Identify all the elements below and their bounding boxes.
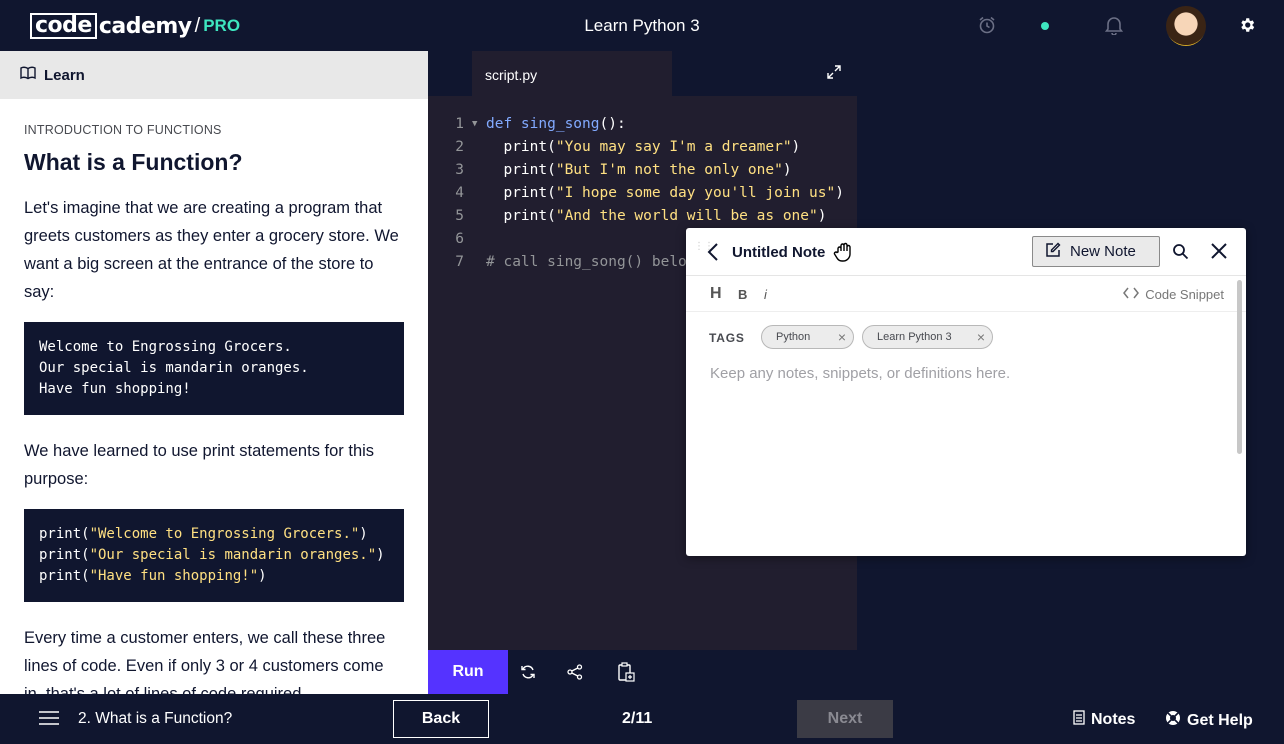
edit-icon bbox=[1045, 242, 1061, 262]
code-text: print("I hope some day you'll join us") bbox=[486, 185, 844, 201]
code-text: print("And the world will be as one") bbox=[486, 208, 827, 224]
close-icon[interactable] bbox=[1210, 242, 1228, 265]
chevron-left-icon[interactable] bbox=[706, 242, 720, 267]
learn-panel: Learn INTRODUCTION TO FUNCTIONS What is … bbox=[0, 51, 428, 694]
lesson-paragraph: Every time a customer enters, we call th… bbox=[24, 629, 386, 694]
expand-icon[interactable] bbox=[827, 65, 841, 84]
clipboard-add-icon[interactable] bbox=[616, 662, 636, 682]
line-number: 1 bbox=[455, 116, 464, 132]
code-text: # call sing_song() below bbox=[486, 254, 696, 270]
notes-label: Notes bbox=[1091, 711, 1136, 728]
menu-icon[interactable] bbox=[39, 711, 59, 730]
search-icon[interactable] bbox=[1172, 243, 1189, 265]
editor-toolbar: Run bbox=[428, 650, 857, 694]
grab-hand-icon bbox=[832, 240, 856, 269]
file-tab[interactable]: script.py bbox=[472, 51, 672, 96]
remove-tag-icon[interactable]: × bbox=[977, 330, 985, 344]
line-number: 3 bbox=[455, 162, 464, 178]
bell-icon[interactable] bbox=[1103, 14, 1125, 36]
back-button[interactable]: Back bbox=[393, 700, 489, 738]
new-note-button[interactable]: New Note bbox=[1032, 236, 1160, 267]
code-line: Have fun shopping! bbox=[39, 381, 191, 397]
lesson-menu-link[interactable]: 2. What is a Function? bbox=[78, 710, 232, 728]
tag-python[interactable]: Python × bbox=[761, 325, 854, 349]
line-number: 4 bbox=[455, 185, 464, 201]
code-line: print("Our special is mandarin oranges."… bbox=[39, 547, 385, 563]
code-text: print("You may say I'm a dreamer") bbox=[486, 139, 801, 155]
notes-icon bbox=[1073, 710, 1085, 730]
editor-tab-bar: script.py bbox=[428, 51, 857, 96]
line-number: 6 bbox=[455, 231, 464, 247]
lesson-content: INTRODUCTION TO FUNCTIONS What is a Func… bbox=[0, 99, 428, 694]
book-icon bbox=[20, 66, 36, 85]
notes-header: ⋮⋮ Untitled Note New Note bbox=[686, 228, 1246, 276]
status-dot bbox=[1041, 22, 1049, 30]
notes-scrollbar[interactable] bbox=[1237, 280, 1242, 454]
tag-learn-python-3[interactable]: Learn Python 3 × bbox=[862, 325, 993, 349]
tags-label: TAGS bbox=[709, 331, 745, 345]
line-number: 7 bbox=[455, 254, 464, 270]
course-title: Learn Python 3 bbox=[584, 16, 700, 35]
get-help-link[interactable]: Get Help bbox=[1165, 710, 1253, 731]
avatar[interactable] bbox=[1166, 6, 1206, 46]
run-button[interactable]: Run bbox=[428, 650, 508, 694]
lesson-title: What is a Function? bbox=[24, 149, 243, 175]
code-brackets-icon bbox=[1123, 287, 1140, 302]
learn-tab-label: Learn bbox=[44, 66, 85, 84]
bold-button[interactable]: B bbox=[738, 287, 747, 302]
heading-button[interactable]: H bbox=[710, 285, 722, 303]
tag-label: Python bbox=[776, 331, 811, 343]
code-line: Welcome to Engrossing Grocers. bbox=[39, 339, 292, 355]
code-text: print("But I'm not the only one") bbox=[486, 162, 792, 178]
code-line[interactable]: 4 print("I hope some day you'll join us"… bbox=[428, 182, 857, 205]
line-number: 2 bbox=[455, 139, 464, 155]
notes-panel[interactable]: ⋮⋮ Untitled Note New Note H B i Code Sni… bbox=[686, 228, 1246, 556]
code-line[interactable]: 1 ▼ def sing_song(): bbox=[428, 113, 857, 136]
bottom-bar: 2. What is a Function? Back 2/11 Next No… bbox=[0, 694, 1284, 744]
refresh-icon[interactable] bbox=[518, 662, 538, 682]
get-help-label: Get Help bbox=[1187, 711, 1253, 729]
progress-counter: 2/11 bbox=[622, 710, 653, 727]
lesson-paragraph: Let's imagine that we are creating a pro… bbox=[24, 199, 399, 301]
format-toolbar: H B i Code Snippet bbox=[686, 276, 1246, 312]
note-body-placeholder[interactable]: Keep any notes, snippets, or definitions… bbox=[710, 365, 1010, 382]
notes-link[interactable]: Notes bbox=[1073, 710, 1135, 730]
note-title[interactable]: Untitled Note bbox=[732, 244, 825, 261]
learn-tab[interactable]: Learn bbox=[0, 51, 428, 99]
gear-icon[interactable] bbox=[1236, 14, 1258, 36]
code-example-print: print("Welcome to Engrossing Grocers.") p… bbox=[24, 509, 404, 602]
italic-button[interactable]: i bbox=[764, 287, 767, 302]
fold-arrow-icon[interactable]: ▼ bbox=[472, 113, 477, 136]
top-bar: code cademy / PRO Learn Python 3 bbox=[0, 0, 1284, 51]
next-button[interactable]: Next bbox=[797, 700, 893, 738]
remove-tag-icon[interactable]: × bbox=[838, 330, 846, 344]
code-line[interactable]: 5 print("And the world will be as one") bbox=[428, 205, 857, 228]
tag-label: Learn Python 3 bbox=[877, 331, 952, 343]
new-note-label: New Note bbox=[1070, 243, 1136, 260]
lifebuoy-icon bbox=[1165, 710, 1181, 731]
code-line: Our special is mandarin oranges. bbox=[39, 360, 309, 376]
alarm-clock-icon[interactable] bbox=[976, 14, 998, 36]
tags-row: TAGS Python × Learn Python 3 × bbox=[686, 312, 1246, 360]
code-example-output: Welcome to Engrossing Grocers. Our specia… bbox=[24, 322, 404, 415]
lesson-kicker: INTRODUCTION TO FUNCTIONS bbox=[24, 123, 222, 137]
code-snippet-label: Code Snippet bbox=[1145, 287, 1224, 302]
code-line: print("Welcome to Engrossing Grocers.") bbox=[39, 526, 368, 542]
code-line[interactable]: 2 print("You may say I'm a dreamer") bbox=[428, 136, 857, 159]
share-icon[interactable] bbox=[565, 662, 585, 682]
code-snippet-button[interactable]: Code Snippet bbox=[1123, 287, 1224, 302]
code-text: def sing_song(): bbox=[486, 116, 626, 132]
code-line: print("Have fun shopping!") bbox=[39, 568, 267, 584]
line-number: 5 bbox=[455, 208, 464, 224]
lesson-paragraph: We have learned to use print statements … bbox=[24, 442, 375, 488]
code-line[interactable]: 3 print("But I'm not the only one") bbox=[428, 159, 857, 182]
